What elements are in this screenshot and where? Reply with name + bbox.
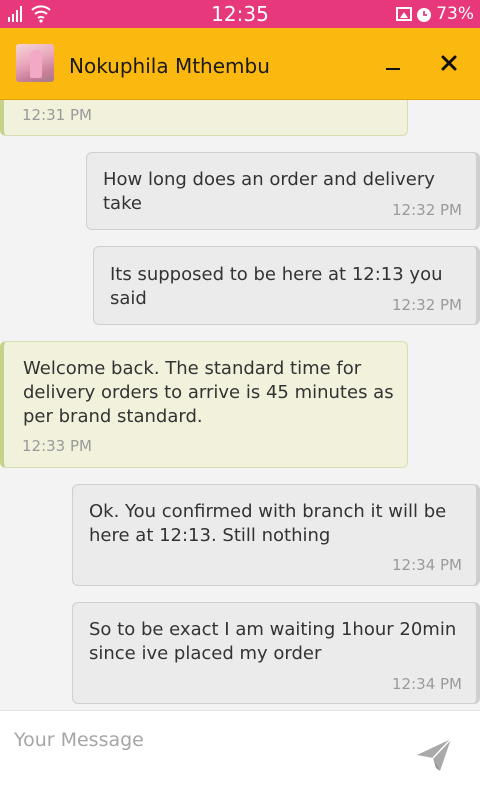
message-text: Ok. You confirmed with branch it will be…	[89, 501, 447, 546]
image-notification-icon	[396, 7, 413, 21]
message-time: 12:33 PM	[22, 437, 92, 455]
close-button[interactable]	[434, 48, 464, 78]
message-outgoing: How long does an order and delivery take…	[86, 152, 480, 230]
send-icon	[417, 738, 452, 771]
message-composer	[0, 710, 480, 800]
message-time: 12:34 PM	[392, 556, 462, 574]
message-outgoing: Its supposed to be here at 12:13 you sai…	[93, 246, 480, 325]
minimize-button[interactable]	[378, 50, 408, 80]
battery-level: 73%	[436, 4, 474, 24]
message-text: So to be exact I am waiting 1hour 20min …	[89, 619, 457, 664]
alarm-icon	[417, 8, 432, 22]
chat-header: Nokuphila Mthembu	[0, 28, 480, 100]
message-time: 12:31 PM	[22, 106, 92, 124]
message-time: 12:34 PM	[392, 675, 462, 693]
contact-name: Nokuphila Mthembu	[69, 54, 270, 78]
message-text: Welcome back. The standard time for deli…	[23, 358, 394, 427]
message-time: 12:32 PM	[392, 201, 462, 219]
message-time: 12:32 PM	[392, 296, 462, 314]
close-icon	[441, 55, 457, 71]
message-input[interactable]	[14, 725, 394, 755]
avatar[interactable]	[16, 44, 54, 82]
send-button[interactable]	[414, 735, 454, 775]
message-incoming: Welcome back. The standard time for deli…	[0, 341, 408, 468]
message-incoming: 12:31 PM	[0, 100, 408, 136]
status-bar: 12:35 73%	[0, 0, 480, 28]
message-outgoing: So to be exact I am waiting 1hour 20min …	[72, 602, 480, 704]
message-outgoing: Ok. You confirmed with branch it will be…	[72, 484, 480, 586]
message-list[interactable]: 12:31 PM How long does an order and deli…	[0, 100, 480, 710]
